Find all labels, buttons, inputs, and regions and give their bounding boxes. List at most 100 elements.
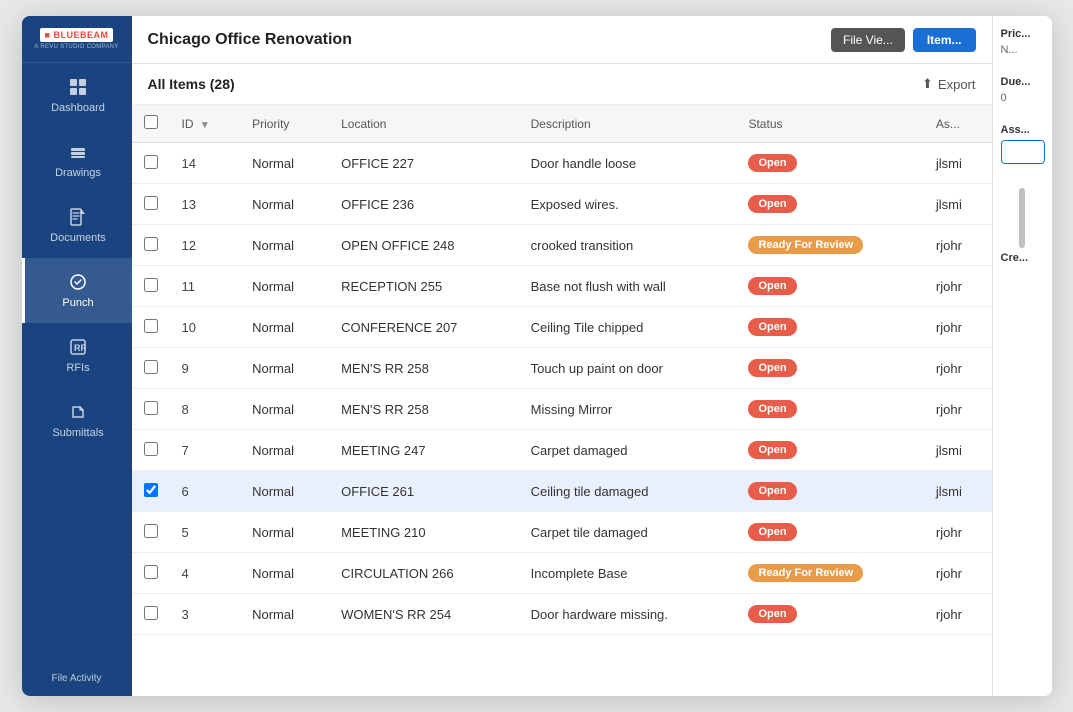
items-button[interactable]: Item... <box>913 28 976 52</box>
punch-icon <box>68 272 88 292</box>
table-row: 9 Normal MEN'S RR 258 Touch up paint on … <box>132 348 992 389</box>
due-value: 0 <box>1001 92 1044 104</box>
logo-subtitle: A REVU STUDIO COMPANY <box>34 44 118 50</box>
row-status: Open <box>736 348 923 389</box>
export-label: Export <box>938 77 976 92</box>
svg-text:RF: RF <box>74 343 86 353</box>
row-description: Base not flush with wall <box>519 266 737 307</box>
row-priority: Normal <box>240 348 329 389</box>
row-description: Ceiling tile damaged <box>519 471 737 512</box>
row-id: 8 <box>170 389 241 430</box>
row-checkbox-cell <box>132 512 170 553</box>
row-checkbox-14[interactable] <box>144 155 158 169</box>
row-location: OFFICE 236 <box>329 184 519 225</box>
assignee-label: Ass... <box>1001 124 1044 136</box>
rfi-icon: RF <box>68 337 88 357</box>
row-assignee: rjohr <box>924 389 992 430</box>
sidebar-item-drawings[interactable]: Drawings <box>22 128 132 193</box>
row-checkbox-8[interactable] <box>144 401 158 415</box>
main-content: Chicago Office Renovation File Vie... It… <box>132 16 992 696</box>
sort-arrow-id: ▼ <box>200 120 210 131</box>
header-priority: Priority <box>240 105 329 143</box>
row-id: 5 <box>170 512 241 553</box>
row-checkbox-9[interactable] <box>144 360 158 374</box>
status-badge: Open <box>748 605 796 623</box>
row-id: 6 <box>170 471 241 512</box>
row-location: MEN'S RR 258 <box>329 389 519 430</box>
row-checkbox-12[interactable] <box>144 237 158 251</box>
table-container[interactable]: ID ▼ Priority Location Description Statu… <box>132 105 992 696</box>
sidebar-item-submittals[interactable]: Submittals <box>22 388 132 453</box>
assignee-input[interactable] <box>1001 140 1045 164</box>
file-activity[interactable]: File Activity <box>43 661 109 696</box>
row-checkbox-13[interactable] <box>144 196 158 210</box>
export-button[interactable]: ⬆ Export <box>922 76 975 92</box>
row-assignee: rjohr <box>924 307 992 348</box>
row-checkbox-3[interactable] <box>144 606 158 620</box>
row-checkbox-10[interactable] <box>144 319 158 333</box>
row-status: Open <box>736 143 923 184</box>
price-label: Pric... <box>1001 28 1044 40</box>
table-row: 14 Normal OFFICE 227 Door handle loose O… <box>132 143 992 184</box>
select-all-checkbox[interactable] <box>144 115 158 129</box>
status-badge: Open <box>748 154 796 172</box>
table-row: 12 Normal OPEN OFFICE 248 crooked transi… <box>132 225 992 266</box>
status-badge: Open <box>748 523 796 541</box>
right-panel: Pric... N... Due... 0 Ass... Cre... <box>992 16 1052 696</box>
row-location: RECEPTION 255 <box>329 266 519 307</box>
row-assignee: rjohr <box>924 348 992 389</box>
row-checkbox-cell <box>132 307 170 348</box>
row-checkbox-5[interactable] <box>144 524 158 538</box>
row-status: Open <box>736 184 923 225</box>
row-status: Ready For Review <box>736 225 923 266</box>
row-location: MEETING 247 <box>329 430 519 471</box>
logo-badge: ■ BLUEBEAM <box>40 28 114 42</box>
row-assignee: rjohr <box>924 512 992 553</box>
row-location: CIRCULATION 266 <box>329 553 519 594</box>
row-description: Door handle loose <box>519 143 737 184</box>
items-count: All Items (28) <box>148 76 235 92</box>
row-assignee: jlsmi <box>924 143 992 184</box>
row-id: 13 <box>170 184 241 225</box>
row-description: Ceiling Tile chipped <box>519 307 737 348</box>
status-badge: Ready For Review <box>748 564 863 582</box>
row-checkbox-cell <box>132 471 170 512</box>
row-checkbox-4[interactable] <box>144 565 158 579</box>
table-row: 8 Normal MEN'S RR 258 Missing Mirror Ope… <box>132 389 992 430</box>
header-status: Status <box>736 105 923 143</box>
row-checkbox-cell <box>132 430 170 471</box>
row-checkbox-11[interactable] <box>144 278 158 292</box>
row-status: Open <box>736 512 923 553</box>
sidebar-label-dashboard: Dashboard <box>51 102 105 114</box>
table-row: 4 Normal CIRCULATION 266 Incomplete Base… <box>132 553 992 594</box>
row-priority: Normal <box>240 307 329 348</box>
row-id: 10 <box>170 307 241 348</box>
row-status: Open <box>736 471 923 512</box>
row-checkbox-cell <box>132 225 170 266</box>
row-checkbox-cell <box>132 553 170 594</box>
row-checkbox-6[interactable] <box>144 483 158 497</box>
punch-table: ID ▼ Priority Location Description Statu… <box>132 105 992 635</box>
row-checkbox-7[interactable] <box>144 442 158 456</box>
row-status: Open <box>736 594 923 635</box>
sidebar-item-punch[interactable]: Punch <box>22 258 132 323</box>
sidebar-item-dashboard[interactable]: Dashboard <box>22 63 132 128</box>
row-status: Open <box>736 266 923 307</box>
row-id: 12 <box>170 225 241 266</box>
doc-icon <box>68 207 88 227</box>
row-priority: Normal <box>240 594 329 635</box>
row-description: Touch up paint on door <box>519 348 737 389</box>
header-id[interactable]: ID ▼ <box>170 105 241 143</box>
created-label: Cre... <box>1001 252 1044 264</box>
row-checkbox-cell <box>132 594 170 635</box>
row-priority: Normal <box>240 553 329 594</box>
row-priority: Normal <box>240 266 329 307</box>
sidebar-item-rfis[interactable]: RF RFIs <box>22 323 132 388</box>
row-location: CONFERENCE 207 <box>329 307 519 348</box>
file-view-button[interactable]: File Vie... <box>831 28 905 52</box>
due-label: Due... <box>1001 76 1044 88</box>
row-assignee: jlsmi <box>924 471 992 512</box>
panel-created: Cre... <box>1001 252 1044 268</box>
sidebar-item-documents[interactable]: Documents <box>22 193 132 258</box>
row-description: Door hardware missing. <box>519 594 737 635</box>
